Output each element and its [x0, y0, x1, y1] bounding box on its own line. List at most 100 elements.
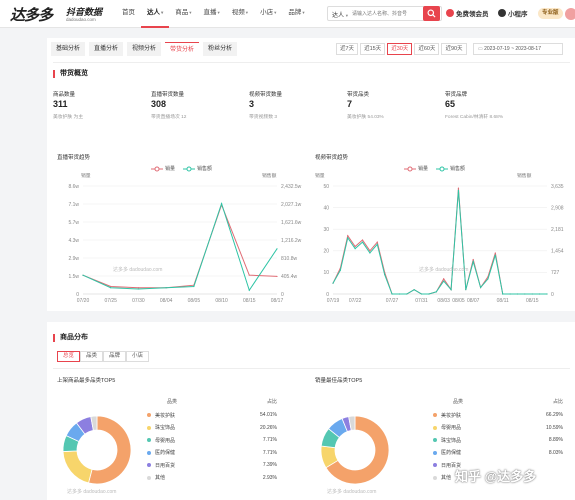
miniapp-button[interactable]: 小程序 — [498, 8, 528, 18]
donut-slice[interactable] — [62, 450, 93, 484]
data-point — [165, 287, 167, 289]
y-tick-label: 0 — [326, 292, 329, 298]
category-share: 7.39% — [262, 462, 277, 469]
subtab[interactable]: 小店 — [126, 351, 150, 362]
table-row[interactable]: 日用百货 7.39% — [147, 459, 277, 472]
category-share: 7.71% — [262, 449, 277, 456]
category-name: 日用百货 — [147, 462, 175, 469]
stat-item: 视频带货数量 3 带货视频数 3 — [249, 90, 349, 120]
data-point — [369, 252, 371, 254]
table-row[interactable]: 美妆护肤 54.01% — [147, 409, 277, 422]
table-row[interactable]: 其他 2.93% — [147, 472, 277, 485]
range-button[interactable]: 近60天 — [414, 43, 440, 55]
tab[interactable]: 粉丝分析 — [203, 42, 238, 56]
category-name: 其他 — [433, 474, 451, 481]
avatar[interactable] — [565, 8, 575, 20]
y-tick-label: 7.1w — [68, 202, 79, 208]
nav-item-label: 直播 — [203, 9, 217, 16]
vip-badge[interactable]: 专业版 — [538, 8, 563, 19]
chevron-down-icon: ▾ — [245, 10, 249, 15]
tab[interactable]: 视频分析 — [127, 42, 162, 56]
table-row[interactable]: 母婴用品 10.59% — [433, 422, 563, 435]
data-point — [435, 291, 437, 293]
table-row[interactable]: 母婴用品 7.71% — [147, 434, 277, 447]
category-label: 日用百货 — [155, 462, 176, 469]
shelf-category-donut[interactable] — [57, 410, 137, 490]
live-chart-title: 直播带货趋势 — [57, 155, 91, 161]
search-type-select[interactable]: 达人 ▾ — [332, 10, 348, 19]
member-icon — [446, 9, 454, 17]
legend-item[interactable]: 销量 — [404, 165, 428, 172]
range-button[interactable]: 近15天 — [360, 43, 386, 55]
date-range-picker[interactable]: ▭ 2023-07-19 ~ 2023-08-17 — [473, 43, 563, 55]
table-row[interactable]: 医药保健 8.03% — [433, 447, 563, 460]
y-tick-label: 20 — [323, 249, 329, 255]
subtab[interactable]: 品类 — [80, 351, 104, 362]
search-button[interactable] — [423, 6, 440, 21]
legend-dot-icon — [147, 413, 151, 418]
nav-item-label: 商品 — [175, 9, 189, 16]
nav-item[interactable]: 直播▾ — [198, 0, 226, 28]
nav-item[interactable]: 视频▾ — [226, 0, 254, 28]
data-point — [361, 241, 364, 243]
tab[interactable]: 带货分析 — [165, 42, 200, 56]
zhihu-watermark: 知乎 @达多多 — [455, 469, 537, 484]
table-row[interactable]: 珠宝饰品 8.89% — [433, 434, 563, 447]
y2-tick-label: 2,181 — [551, 227, 564, 233]
x-tick-label: 07/30 — [132, 298, 145, 304]
table-row[interactable]: 医药保健 7.71% — [147, 447, 277, 460]
table-row[interactable]: 珠宝饰品 20.26% — [147, 422, 277, 435]
nav-item[interactable]: 达人▾ — [141, 0, 170, 28]
table-row[interactable]: 美妆护肤 66.29% — [433, 409, 563, 422]
range-button[interactable]: 近7天 — [336, 43, 359, 55]
data-point — [110, 285, 112, 288]
legend-dot-icon — [147, 438, 151, 443]
stat-item: 带货品牌 65 Forest Cabin/林清轩 8.68% — [445, 90, 545, 120]
subtab[interactable]: 总览 — [57, 351, 81, 362]
data-point — [494, 252, 496, 254]
data-point — [479, 286, 482, 289]
range-button[interactable]: 近30天 — [387, 43, 413, 55]
y2-tick-label: 0 — [281, 292, 284, 298]
watermark: 达多多 dadoudao.com — [67, 489, 117, 495]
y-tick-label: 5.7w — [68, 220, 79, 226]
data-point — [339, 269, 341, 271]
legend-dot-icon — [147, 450, 151, 455]
nav-item[interactable]: 小店▾ — [254, 0, 282, 28]
y-tick-label: 50 — [323, 184, 329, 190]
search-input[interactable] — [352, 9, 422, 19]
tab[interactable]: 基础分析 — [51, 42, 86, 56]
x-tick-label: 07/31 — [415, 298, 428, 304]
sales-category-donut[interactable] — [315, 410, 395, 490]
data-point — [332, 282, 334, 284]
category-label: 其他 — [155, 475, 166, 482]
nav-item[interactable]: 首页 — [116, 0, 141, 28]
category-name: 母婴用品 — [147, 437, 175, 444]
video-trend-chart[interactable]: 0 0 10 727 20 1,454 30 2,181 40 2,908 50 3,635 07/19… — [309, 176, 571, 311]
data-point — [428, 293, 430, 295]
nav-item[interactable]: 商品▾ — [169, 0, 197, 28]
category-label: 母婴用品 — [155, 437, 176, 444]
divider — [53, 62, 570, 63]
live-trend-chart[interactable]: 0 0 1.5w 405.4w 2.9w 810.8w 4.3w 1,216.2w 5.7w 1,… — [55, 176, 305, 311]
x-tick-label: 07/27 — [386, 298, 399, 304]
legend-item[interactable]: 销售额 — [436, 165, 465, 172]
logo[interactable]: 达多多 抖音数据 dadoudao.com — [10, 4, 110, 24]
legend-item[interactable]: 销售额 — [183, 165, 212, 172]
free-member-button[interactable]: 免费领会员 — [446, 8, 489, 18]
stat-item: 商品数量 311 美妆护肤 为主 — [53, 90, 153, 120]
subtab[interactable]: 品牌 — [103, 351, 127, 362]
nav-item[interactable]: 品牌▾ — [282, 0, 310, 28]
tab[interactable]: 直播分析 — [89, 42, 124, 56]
range-button[interactable]: 近90天 — [441, 43, 467, 55]
data-point — [220, 202, 223, 205]
data-point — [384, 273, 386, 276]
logo-url: dadoudao.com — [66, 17, 96, 22]
data-point — [137, 287, 140, 289]
legend-label: 销售额 — [197, 166, 213, 172]
y2-tick-label: 0 — [551, 292, 554, 298]
live-chart-legend: 销量 销售额 — [151, 165, 220, 172]
x-tick-label: 08/07 — [467, 298, 480, 304]
legend-item[interactable]: 销量 — [151, 165, 175, 172]
y-tick-label: 30 — [323, 227, 329, 233]
